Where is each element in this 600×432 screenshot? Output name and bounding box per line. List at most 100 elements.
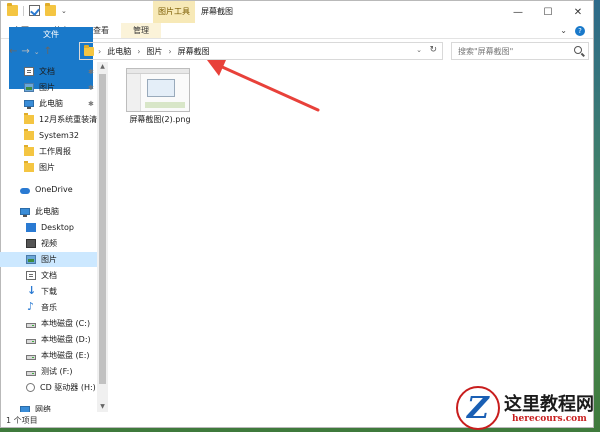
nav-item-music[interactable]: 音乐	[0, 300, 97, 315]
nav-item-onedrive[interactable]: OneDrive	[0, 182, 97, 197]
nav-item-this-pc[interactable]: 此电脑	[0, 204, 97, 219]
scroll-down-icon[interactable]: ▼	[99, 403, 106, 411]
watermark-name: 这里教程网	[504, 394, 594, 415]
nav-item-weekly-report[interactable]: 工作周报	[0, 144, 97, 159]
pin-icon[interactable]: ✱	[88, 68, 94, 76]
nav-item-label: 音乐	[41, 303, 57, 312]
nav-item-label: 工作周报	[39, 147, 71, 156]
nav-item-label: 此电脑	[39, 99, 63, 108]
nav-item-label: 文档	[39, 67, 55, 76]
maximize-button[interactable]: ☐	[533, 1, 563, 23]
nav-item-label: 本地磁盘 (C:)	[41, 319, 91, 328]
picture-tools-tab-group: 图片工具	[153, 1, 195, 23]
breadcrumb-pictures[interactable]: 图片	[146, 46, 162, 57]
refresh-icon[interactable]: ↻	[429, 45, 437, 55]
folder-icon[interactable]	[7, 3, 18, 16]
nav-item-label: Desktop	[41, 223, 74, 232]
quick-access-toolbar: ⌄	[7, 3, 67, 16]
nav-item-pictures-pc[interactable]: 图片	[0, 252, 97, 267]
music-icon	[26, 300, 36, 313]
desktop-icon	[26, 223, 36, 232]
nav-item-label: 视频	[41, 239, 57, 248]
breadcrumb-this-pc[interactable]: 此电脑	[107, 46, 131, 57]
title-bar: ⌄ 图片工具 屏幕截图 — ☐ ✕	[1, 1, 593, 23]
address-bar[interactable]: › 此电脑 › 图片 › 屏幕截图 ⌄ ↻	[79, 42, 443, 60]
tab-manage[interactable]: 管理	[121, 23, 161, 38]
nav-item-this-pc-pinned[interactable]: 此电脑	[0, 96, 97, 111]
disk-icon	[26, 370, 36, 376]
navigation-pane: 文档 ✱ 图片 ✱ 此电脑 ✱ 12月系统重装清 System32 工作周报 图…	[0, 62, 108, 412]
nav-item-network[interactable]: 网络	[0, 402, 97, 412]
ribbon-tabs: 文件 主页 共享 查看 管理 ⌄ ?	[1, 23, 593, 89]
breadcrumb-screenshots[interactable]: 屏幕截图	[178, 46, 210, 57]
properties-icon[interactable]	[29, 5, 40, 16]
breadcrumb-separator[interactable]: ›	[168, 47, 171, 56]
nav-item-desktop[interactable]: Desktop	[0, 220, 97, 235]
cd-icon	[26, 383, 35, 392]
document-icon	[24, 67, 34, 76]
nav-scrollbar[interactable]: ▲ ▼	[97, 62, 108, 412]
nav-item-disk-f[interactable]: 测试 (F:)	[0, 364, 97, 379]
nav-item-label: OneDrive	[35, 185, 73, 194]
folder-icon	[84, 44, 94, 56]
search-input[interactable]	[458, 46, 568, 56]
scroll-up-icon[interactable]: ▲	[99, 63, 106, 71]
nav-item-label: 此电脑	[35, 207, 59, 216]
watermark: Z 这里教程网 herecours.com	[448, 384, 600, 432]
document-icon	[26, 271, 36, 280]
ribbon-expand-icon[interactable]: ⌄	[560, 26, 567, 35]
nav-item-label: 文档	[41, 271, 57, 280]
file-list: 屏幕截图(2).png	[110, 62, 594, 412]
forward-button[interactable]: →	[21, 46, 29, 57]
address-row: ← → ⌄ ↑ › 此电脑 › 图片 › 屏幕截图 ⌄ ↻	[1, 40, 593, 62]
recent-locations-button[interactable]: ⌄	[34, 48, 40, 57]
nav-item-label: 12月系统重装清	[39, 115, 97, 124]
nav-item-pictures-folder[interactable]: 图片	[0, 160, 97, 175]
nav-item-cd-drive[interactable]: CD 驱动器 (H:)	[0, 380, 97, 395]
nav-item-disk-e[interactable]: 本地磁盘 (E:)	[0, 348, 97, 363]
up-button[interactable]: ↑	[44, 46, 52, 57]
help-icon[interactable]: ?	[575, 25, 585, 36]
picture-icon	[26, 255, 36, 264]
picture-icon	[24, 83, 34, 92]
address-dropdown-icon[interactable]: ⌄	[416, 46, 422, 54]
folder-icon	[24, 161, 34, 172]
computer-icon	[24, 100, 34, 109]
nav-item-documents-pc[interactable]: 文档	[0, 268, 97, 283]
nav-item-videos[interactable]: 视频	[0, 236, 97, 251]
nav-item-disk-d[interactable]: 本地磁盘 (D:)	[0, 332, 97, 347]
file-name: 屏幕截图(2).png	[129, 115, 191, 124]
nav-item-label: 测试 (F:)	[41, 367, 73, 376]
nav-item-label: 本地磁盘 (D:)	[41, 335, 91, 344]
folder-icon	[24, 113, 34, 124]
scrollbar-thumb[interactable]	[99, 74, 106, 384]
minimize-button[interactable]: —	[503, 1, 533, 23]
file-item[interactable]: 屏幕截图(2).png	[118, 66, 202, 128]
nav-item-system32[interactable]: System32	[0, 128, 97, 143]
watermark-logo-icon: Z	[456, 386, 500, 430]
disk-icon	[26, 354, 36, 360]
nav-item-folder-reinstall[interactable]: 12月系统重装清	[0, 112, 97, 127]
nav-item-documents[interactable]: 文档	[0, 64, 97, 79]
close-button[interactable]: ✕	[563, 1, 593, 23]
search-icon[interactable]	[574, 46, 582, 54]
disk-icon	[26, 322, 36, 328]
new-folder-icon[interactable]	[45, 3, 56, 16]
nav-item-downloads[interactable]: 下载	[0, 284, 97, 299]
nav-item-label: System32	[39, 131, 80, 140]
back-button[interactable]: ←	[9, 46, 17, 57]
pin-icon[interactable]: ✱	[88, 84, 94, 92]
breadcrumb-separator[interactable]: ›	[137, 47, 140, 56]
folder-icon	[24, 129, 34, 140]
nav-item-disk-c[interactable]: 本地磁盘 (C:)	[0, 316, 97, 331]
customize-dropdown-icon[interactable]: ⌄	[61, 7, 67, 15]
pin-icon[interactable]: ✱	[88, 100, 94, 108]
nav-item-pictures[interactable]: 图片	[0, 80, 97, 95]
download-icon	[26, 284, 36, 297]
breadcrumb-separator[interactable]: ›	[98, 47, 101, 56]
search-box[interactable]	[451, 42, 589, 60]
divider	[23, 5, 24, 16]
nav-item-label: 图片	[41, 255, 57, 264]
video-icon	[26, 239, 36, 248]
nav-item-label: 下载	[41, 287, 57, 296]
